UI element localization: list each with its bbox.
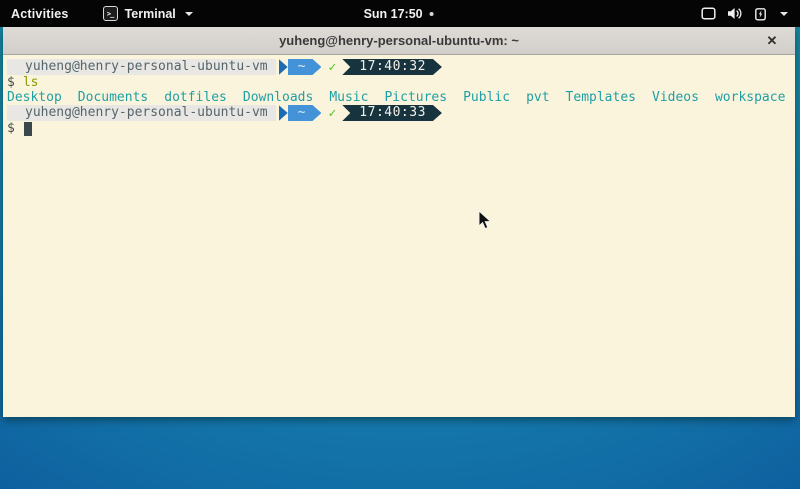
directory-name: Pictures [384,90,447,105]
directory-name: Desktop [7,90,62,105]
directory-name: workspace [715,90,785,105]
directory-name: Public [463,90,510,105]
directory-name: Videos [652,90,699,105]
prompt-line: yuheng@henry-personal-ubuntu-vm ~ ✓ 17:4… [7,105,795,121]
command-line: $ ls [7,75,795,90]
directory-name: dotfiles [164,90,227,105]
app-menu-label: Terminal [125,7,176,21]
battery-charging-icon [754,7,767,21]
prompt-symbol: $ [7,75,15,90]
prompt-user-host: yuheng@henry-personal-ubuntu-vm [7,105,276,121]
directory-name: Downloads [243,90,313,105]
clock-label: Sun 17:50 [364,7,423,21]
chevron-down-icon [780,12,788,16]
directory-name: Templates [566,90,636,105]
terminal-window: yuheng@henry-personal-ubuntu-vm: ~ ✕ yuh… [3,27,795,417]
text-cursor [24,122,32,136]
typed-command: ls [23,75,39,90]
notification-dot-icon [430,12,434,16]
chevron-down-icon [185,12,193,16]
prompt-time: 17:40:33 [342,105,442,121]
top-bar: Activities >_ Terminal Sun 17:50 [0,0,800,27]
terminal-icon: >_ [103,6,118,21]
prompt-time: 17:40:32 [342,59,442,75]
terminal-content[interactable]: yuheng@henry-personal-ubuntu-vm ~ ✓ 17:4… [3,55,795,417]
system-tray-button[interactable] [695,0,794,27]
prompt-cwd: ~ [288,59,322,75]
directory-name: pvt [526,90,549,105]
app-menu-button[interactable]: >_ Terminal [93,0,203,27]
volume-icon [727,7,743,20]
status-check-icon: ✓ [328,106,336,121]
prompt-cwd: ~ [288,105,322,121]
close-button[interactable]: ✕ [763,32,781,50]
clock-button[interactable]: Sun 17:50 [364,0,434,27]
powerline-arrow-icon [279,105,288,121]
ls-output-line: Desktop Documents dotfiles Downloads Mus… [7,90,795,105]
titlebar[interactable]: yuheng@henry-personal-ubuntu-vm: ~ ✕ [3,27,795,55]
powerline-arrow-icon [279,59,288,75]
directory-name: Documents [78,90,148,105]
prompt-user-host: yuheng@henry-personal-ubuntu-vm [7,59,276,75]
prompt-symbol: $ [7,121,15,136]
status-check-icon: ✓ [328,60,336,75]
topbar-left: Activities >_ Terminal [0,0,203,27]
display-icon [701,7,716,20]
activities-button[interactable]: Activities [0,0,79,27]
input-line: $ [7,121,795,136]
window-title: yuheng@henry-personal-ubuntu-vm: ~ [279,33,519,48]
directory-name: Music [329,90,368,105]
prompt-line: yuheng@henry-personal-ubuntu-vm ~ ✓ 17:4… [7,59,795,75]
